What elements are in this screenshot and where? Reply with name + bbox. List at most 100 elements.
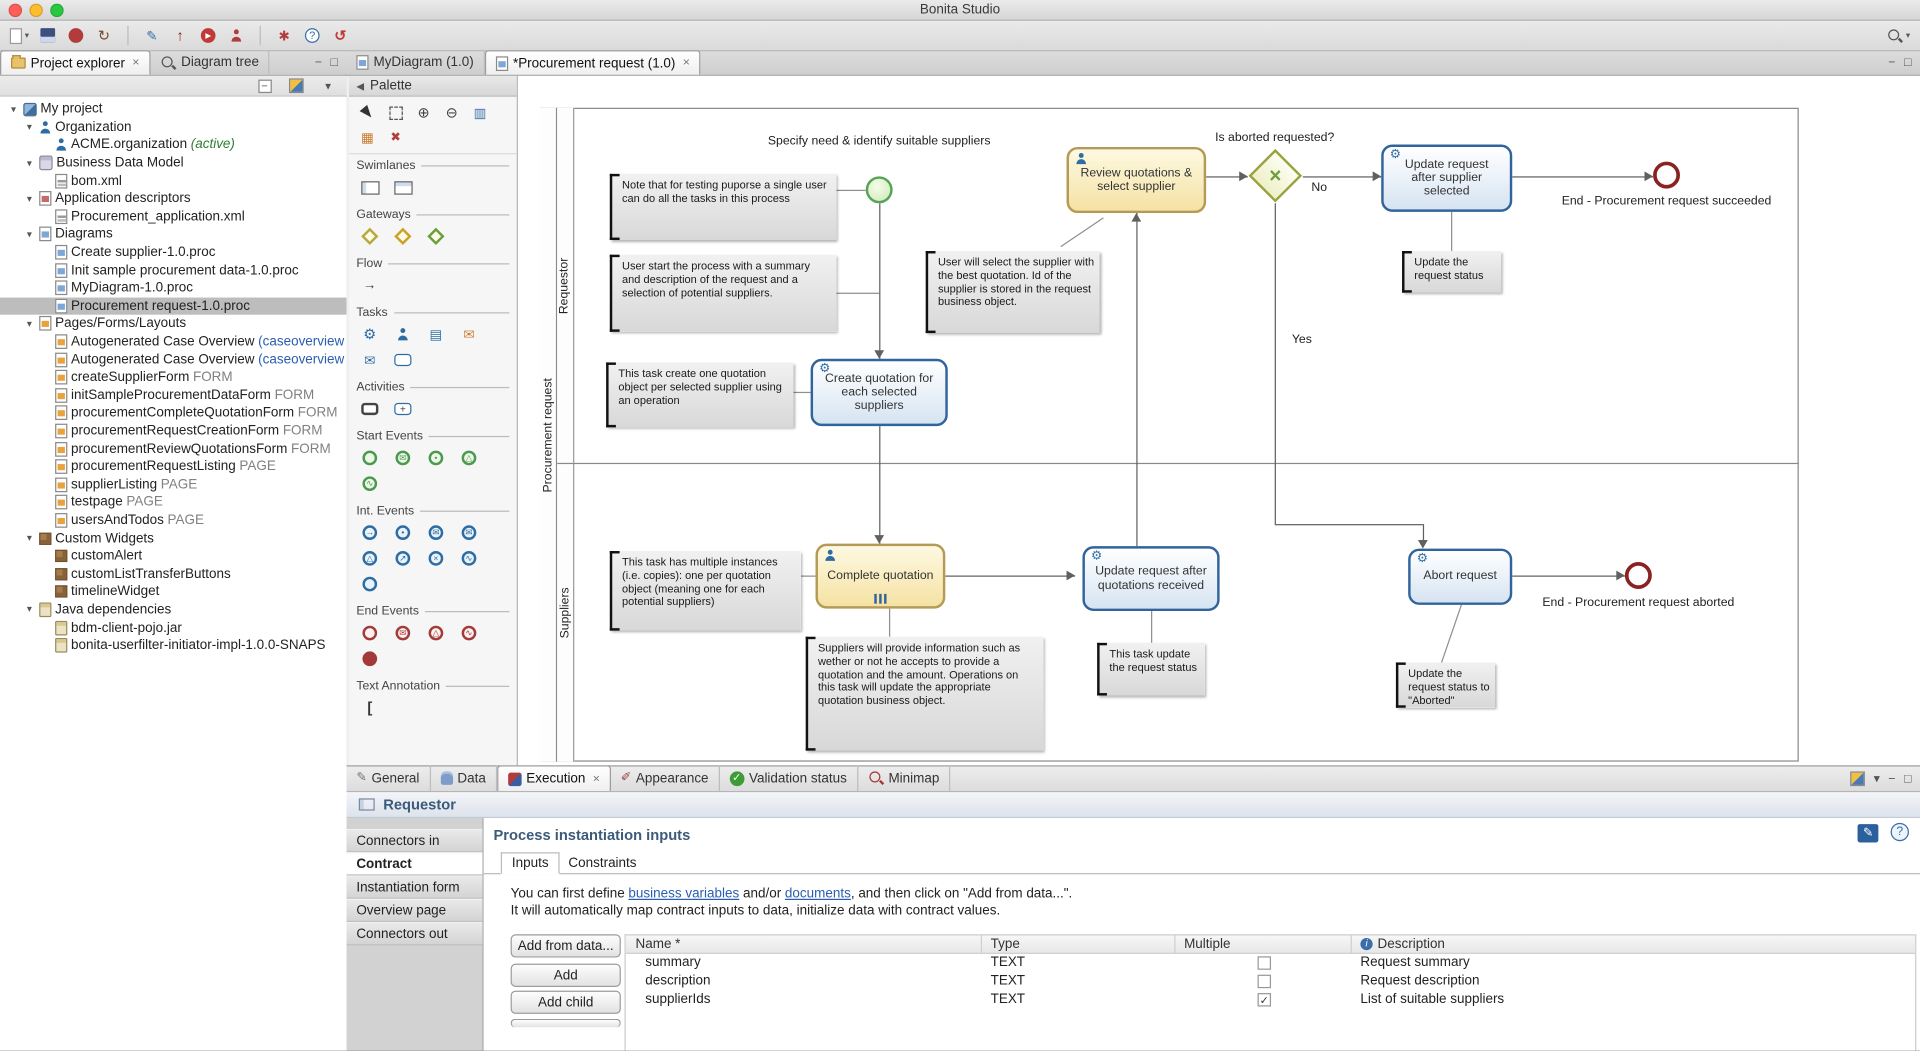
tree-item-createsupplierform[interactable]: createSupplierForm FORM — [0, 368, 347, 386]
tab-appearance[interactable]: ✐ Appearance — [611, 765, 720, 792]
flow-start-to-create[interactable] — [879, 203, 881, 359]
palette-intermediate-event[interactable] — [360, 574, 380, 594]
palette-intermediate-timer[interactable]: • — [393, 523, 413, 543]
start-event[interactable] — [865, 176, 893, 204]
tree-item-procurementrequestlisting[interactable]: procurementRequestListing PAGE — [0, 458, 347, 476]
partial-button[interactable] — [510, 1018, 621, 1028]
tree-item-bom-xml[interactable]: bom.xml — [0, 172, 347, 190]
palette-tool-marquee[interactable] — [386, 103, 406, 123]
link-editor-button[interactable] — [284, 73, 308, 97]
lane-requestor[interactable]: Requestor — [557, 107, 575, 463]
flow-abort-to-end[interactable] — [1512, 575, 1625, 577]
subtab-inputs[interactable]: Inputs — [500, 852, 560, 875]
column-header-description[interactable]: Description — [1378, 937, 1445, 952]
nav-contract[interactable]: Contract — [346, 852, 483, 876]
palette-service-task[interactable]: ⚙ — [360, 324, 380, 344]
nav-connectors-out[interactable]: Connectors out — [346, 922, 483, 946]
palette-section-label[interactable]: Text Annotation — [356, 680, 440, 693]
tree-item-autogenerated-case-overview[interactable]: Autogenerated Case Overview (caseovervie… — [0, 351, 347, 369]
palette-start-signal[interactable]: △ — [459, 448, 479, 468]
add-child-button[interactable]: Add child — [510, 990, 621, 1014]
expand-arrow-icon[interactable]: ▾ — [23, 229, 35, 240]
search-button[interactable]: ▾ — [1885, 23, 1913, 47]
ui-designer-button[interactable]: ↺ — [328, 23, 352, 47]
documents-link[interactable]: documents — [785, 887, 851, 902]
tree-item-usersandtodos[interactable]: usersAndTodos PAGE — [0, 511, 347, 529]
nav-instantiation-form[interactable]: Instantiation form — [346, 875, 483, 899]
palette-receive-task[interactable]: ✉ — [360, 350, 380, 370]
palette-header[interactable]: ◀ Palette — [348, 75, 517, 97]
tree-item-custom-widgets[interactable]: ▾ Custom Widgets — [0, 529, 347, 547]
palette-end-event[interactable] — [360, 623, 380, 643]
palette-tool-align[interactable]: ▥ — [470, 103, 490, 123]
flow-create-to-complete[interactable] — [879, 426, 881, 544]
flow-gateway-no[interactable] — [1302, 176, 1382, 178]
flow-gateway-yes-3[interactable] — [1422, 524, 1425, 542]
tree-item-java-dependencies[interactable]: ▾ Java dependencies — [0, 601, 347, 619]
palette-tool-zoom-in[interactable]: ⊕ — [414, 103, 434, 123]
palette-abstract-task[interactable] — [393, 350, 413, 370]
palette-start-event[interactable] — [360, 448, 380, 468]
tree-item-supplierlisting[interactable]: supplierListing PAGE — [0, 476, 347, 494]
tree-item-timelinewidget[interactable]: timelineWidget — [0, 583, 347, 601]
tree-item-application-descriptors[interactable]: ▾ Application descriptors — [0, 190, 347, 208]
task-update-request-after-supplier-selected[interactable]: ⚙ Update request after supplier selected — [1381, 144, 1513, 212]
tree-item-diagrams[interactable]: ▾ Diagrams — [0, 225, 347, 243]
help-button[interactable]: ? — [300, 23, 324, 47]
palette-start-message[interactable]: ✉ — [393, 448, 413, 468]
maximize-editor-icon[interactable]: □ — [1904, 56, 1911, 69]
palette-send-task[interactable]: ✉ — [459, 324, 479, 344]
export-button[interactable]: ↑ — [168, 23, 192, 47]
edit-button[interactable]: ✎ — [140, 23, 164, 47]
tree-item-my-project[interactable]: ▾ My project — [0, 100, 347, 118]
palette-error-event[interactable]: ∿ — [459, 549, 479, 569]
tree-item-acme-organization[interactable]: ACME.organization (active) — [0, 136, 347, 154]
table-row-summary[interactable]: summary TEXT Request summary — [626, 954, 1915, 972]
tab-mydiagram-1-0[interactable]: MyDiagram (1.0) — [347, 50, 485, 75]
tree-item-bonita-userfilter-initiator-impl-1-0-0-snaps[interactable]: bonita-userfilter-initiator-impl-1.0.0-S… — [0, 637, 347, 655]
annotation-create-quotation[interactable]: This task create one quotation object pe… — [606, 362, 794, 428]
annotation-update-status-2[interactable]: This task update the request status — [1097, 642, 1205, 696]
flow-update-to-review[interactable] — [1136, 213, 1138, 547]
palette-catch-link[interactable]: → — [360, 523, 380, 543]
palette-gateway-xor[interactable] — [360, 227, 380, 247]
palette-catch-signal[interactable]: △ — [360, 549, 380, 569]
flow-update-supplier-to-end[interactable] — [1512, 176, 1654, 178]
pool-label[interactable]: Procurement request — [540, 107, 558, 762]
help-icon[interactable]: ? — [1890, 822, 1909, 842]
table-row-supplierids[interactable]: supplierIds TEXT List of suitable supplier… — [626, 991, 1915, 1009]
palette-text-annotation[interactable]: [ — [360, 698, 380, 718]
palette-section-label[interactable]: End Events — [356, 605, 419, 618]
palette-end-signal[interactable]: △ — [426, 623, 446, 643]
view-menu-icon[interactable]: ▾ — [1874, 772, 1880, 785]
task-review-quotations[interactable]: Review quotations & select supplier — [1066, 146, 1207, 214]
palette-catch-message[interactable]: ✉ — [426, 523, 446, 543]
multiple-checkbox[interactable] — [1257, 974, 1272, 989]
palette-call-activity[interactable] — [360, 399, 380, 419]
tree-item-create-supplier-1-0-proc[interactable]: Create supplier-1.0.proc — [0, 243, 347, 261]
tree-item-procurementreviewquotationsform[interactable]: procurementReviewQuotationsForm FORM — [0, 440, 347, 458]
organization-button[interactable] — [224, 23, 248, 47]
subtab-constraints[interactable]: Constraints — [560, 852, 646, 874]
tree-item-pages-forms-layouts[interactable]: ▾ Pages/Forms/Layouts — [0, 315, 347, 333]
palette-tool-distribute[interactable]: ▦ — [358, 127, 378, 147]
business-variables-link[interactable]: business variables — [628, 887, 739, 902]
palette-pool-horizontal[interactable] — [360, 178, 380, 198]
tree-item-customlisttransferbuttons[interactable]: customListTransferButtons — [0, 565, 347, 583]
tree-item-customalert[interactable]: customAlert — [0, 547, 347, 565]
diagram-canvas[interactable]: Procurement request Requestor Suppliers — [517, 75, 1920, 766]
palette-gateway-and[interactable] — [393, 227, 413, 247]
tree-item-mydiagram-1-0-proc[interactable]: MyDiagram-1.0.proc — [0, 279, 347, 297]
end-event-succeeded[interactable] — [1653, 161, 1681, 189]
expand-arrow-icon[interactable]: ▾ — [23, 193, 35, 204]
close-icon[interactable]: × — [683, 56, 690, 69]
column-header-type[interactable]: Type — [991, 937, 1020, 952]
open-button[interactable] — [64, 23, 88, 47]
palette-section-label[interactable]: Int. Events — [356, 504, 414, 517]
annotation-update-status-1[interactable]: Update the request status — [1402, 251, 1502, 293]
tree-item-procurementcompletequotationform[interactable]: procurementCompleteQuotationForm FORM — [0, 404, 347, 422]
expand-arrow-icon[interactable]: ▾ — [23, 604, 35, 615]
palette-section-label[interactable]: Activities — [356, 381, 404, 394]
column-header-multiple[interactable]: Multiple — [1184, 937, 1230, 952]
annotation-testing-note[interactable]: Note that for testing puporse a single u… — [609, 173, 837, 241]
